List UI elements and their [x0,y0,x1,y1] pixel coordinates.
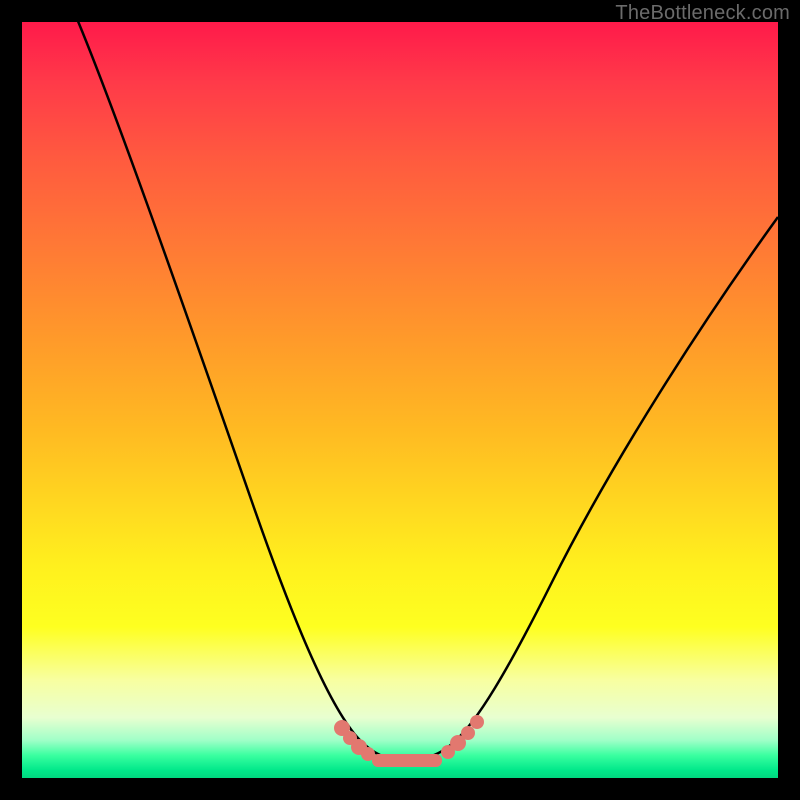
chart-curve-svg [22,22,778,778]
curve-highlight-icon [334,715,484,767]
bottleneck-curve [75,22,778,760]
chart-frame: TheBottleneck.com [0,0,800,800]
watermark-label: TheBottleneck.com [615,2,790,25]
chart-plot-area [22,22,778,778]
